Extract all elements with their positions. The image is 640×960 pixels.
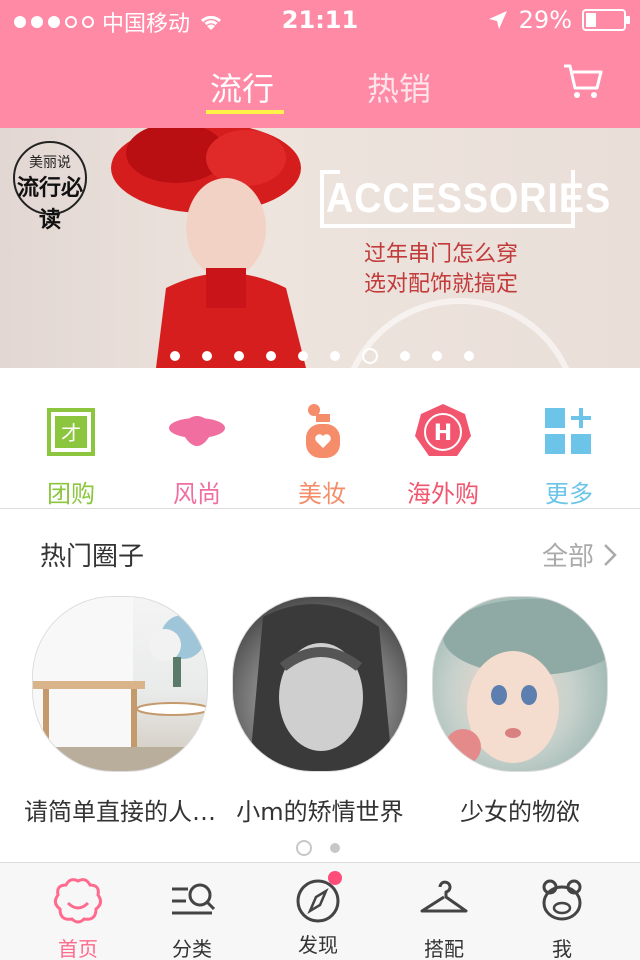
group-buy-icon: 才 xyxy=(47,408,95,456)
page-dot xyxy=(330,351,340,361)
perfume-icon xyxy=(306,404,340,458)
tab-trending[interactable]: 流行 xyxy=(210,64,274,110)
category-label: 美妆 xyxy=(298,480,346,508)
circle-caption: 小m的矫情世界 xyxy=(236,798,404,826)
category-label: 团购 xyxy=(47,480,95,508)
circle-thumbnail-illustration[interactable] xyxy=(432,596,608,772)
category-group-buy[interactable]: 才 团购 xyxy=(16,402,126,509)
tab-label: 我 xyxy=(552,937,572,960)
section-title: 热门圈子 xyxy=(40,542,145,572)
page-dot xyxy=(170,351,180,361)
page-dot xyxy=(464,351,474,361)
top-header: 中国移动 21:11 29% 流行 热销 xyxy=(0,0,640,128)
tab-label: 发现 xyxy=(298,933,338,957)
page-dot xyxy=(202,351,212,361)
category-row: 才 团购 风尚 美妆 H 海外购 更多 xyxy=(0,368,640,508)
battery-icon xyxy=(582,9,630,31)
tab-categories[interactable]: 分类 xyxy=(142,875,242,960)
svg-text:才: 才 xyxy=(61,421,81,445)
circle-caption: 少女的物欲 xyxy=(460,798,580,826)
category-overseas[interactable]: H 海外购 xyxy=(388,402,498,509)
home-flower-icon xyxy=(53,878,103,924)
page-dot-active xyxy=(362,348,378,364)
fashion-hat-icon xyxy=(169,416,225,446)
more-grid-icon xyxy=(545,408,591,454)
badge-line2: 流行必读 xyxy=(16,176,83,233)
circle-thumbnail-portrait[interactable] xyxy=(232,596,408,772)
hanger-icon xyxy=(420,880,468,913)
chevron-right-icon xyxy=(604,543,617,566)
tab-me[interactable]: 我 xyxy=(512,875,612,960)
page-dot-active xyxy=(296,840,312,856)
banner-subtitle-1: 过年串门怎么穿 xyxy=(364,242,519,267)
tab-discover[interactable]: 发现 xyxy=(268,871,368,958)
tab-hot-sale[interactable]: 热销 xyxy=(367,64,431,110)
active-tab-underline xyxy=(206,110,284,114)
promo-banner[interactable]: 美丽说 流行必读 ACCESSORIES 过年串门怎么穿 选对配饰就搞定 xyxy=(0,128,640,368)
bottom-tab-bar: 首页 分类 发现 搭配 我 xyxy=(0,862,640,960)
tab-label: 首页 xyxy=(58,937,98,960)
battery-percent: 29% xyxy=(518,6,572,34)
category-search-icon xyxy=(172,883,216,915)
overseas-h-icon: H xyxy=(415,404,471,456)
banner-model-image xyxy=(111,128,306,368)
category-more[interactable]: 更多 xyxy=(514,402,624,509)
view-all-label: 全部 xyxy=(541,542,594,572)
circle-thumbnail-interior[interactable] xyxy=(32,596,208,772)
cart-icon[interactable] xyxy=(562,62,604,102)
notification-dot xyxy=(328,871,342,885)
status-right: 29% xyxy=(487,6,630,34)
tab-home[interactable]: 首页 xyxy=(28,875,128,960)
category-label: 海外购 xyxy=(407,480,479,508)
section-divider xyxy=(0,508,640,509)
category-fashion[interactable]: 风尚 xyxy=(142,402,252,509)
tab-label: 搭配 xyxy=(424,937,464,960)
page-dot xyxy=(432,351,442,361)
tab-outfits[interactable]: 搭配 xyxy=(394,875,494,960)
category-makeup[interactable]: 美妆 xyxy=(267,402,377,509)
page-dot xyxy=(400,351,410,361)
category-label: 更多 xyxy=(545,480,593,508)
status-bar: 中国移动 21:11 29% xyxy=(0,0,640,40)
top-nav: 流行 热销 xyxy=(0,40,640,128)
page-dot xyxy=(298,351,308,361)
location-arrow-icon xyxy=(488,11,507,29)
banner-subtitle-2: 选对配饰就搞定 xyxy=(364,272,519,297)
view-all-link[interactable]: 全部 xyxy=(542,536,618,573)
page-dot xyxy=(266,351,276,361)
category-label: 风尚 xyxy=(173,480,221,508)
circles-page-indicator xyxy=(296,840,340,856)
circle-caption: 请简单直接的人… xyxy=(24,798,216,826)
page-dot xyxy=(234,351,244,361)
battery-fill xyxy=(586,13,596,27)
banner-headline: ACCESSORIES xyxy=(326,174,612,221)
brand-badge: 美丽说 流行必读 xyxy=(10,138,90,233)
profile-bear-icon xyxy=(542,879,582,921)
badge-line1: 美丽说 xyxy=(29,155,71,171)
compass-icon-wrap xyxy=(292,871,344,927)
tab-label: 分类 xyxy=(172,937,212,960)
banner-page-indicator xyxy=(170,348,474,364)
svg-text:H: H xyxy=(434,421,452,446)
page-dot xyxy=(330,843,340,853)
